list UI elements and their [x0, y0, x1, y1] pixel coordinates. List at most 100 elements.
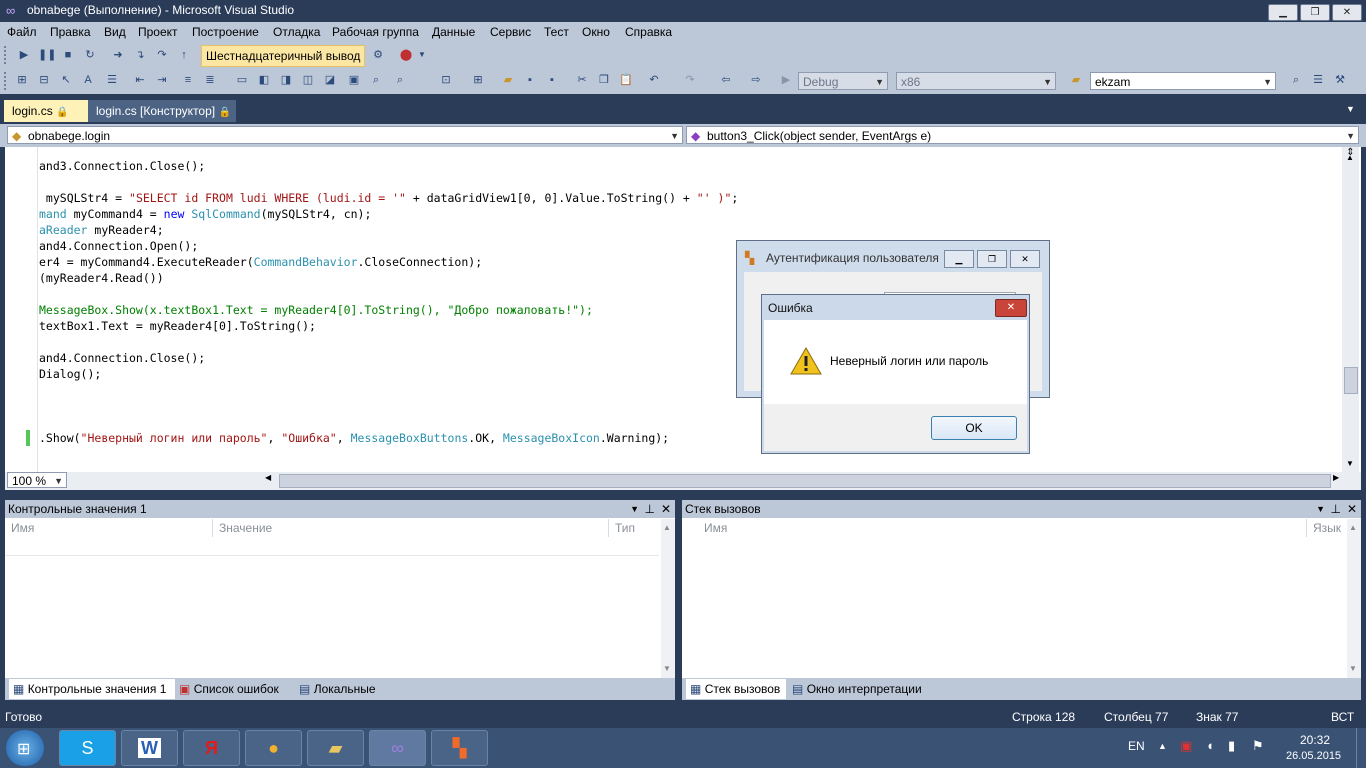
- action-center-icon[interactable]: ⚑: [1252, 738, 1264, 754]
- clock-date[interactable]: 26.05.2015: [1286, 750, 1341, 762]
- class-combo[interactable]: ◆ obnabege.login ▼: [7, 126, 683, 144]
- menu-view[interactable]: Вид: [104, 25, 126, 39]
- code-line[interactable]: aReader myReader4;: [39, 222, 164, 238]
- scroll-left-icon[interactable]: ◀: [265, 473, 275, 487]
- tab-login-cs[interactable]: login.cs 🔒: [4, 100, 88, 122]
- auth-maximize-button[interactable]: ❐: [977, 250, 1007, 268]
- menu-window[interactable]: Окно: [582, 25, 610, 39]
- tray-expand-icon[interactable]: ▲: [1158, 741, 1167, 751]
- paste-icon[interactable]: 📋: [618, 72, 634, 88]
- pin-icon[interactable]: ⊥: [645, 500, 655, 518]
- show-next-statement-icon[interactable]: ➜: [110, 47, 126, 63]
- auth-close-button[interactable]: ✕: [1010, 250, 1040, 268]
- code-line[interactable]: mySQLStr4 = "SELECT id FROM ludi WHERE (…: [39, 190, 738, 206]
- prev-bookmark-folder-icon[interactable]: ◫: [300, 72, 316, 88]
- menu-project[interactable]: Проект: [138, 25, 178, 39]
- new-project-icon[interactable]: ⊡: [438, 72, 454, 88]
- uncomment-icon[interactable]: ≣: [202, 72, 218, 88]
- pointer-icon[interactable]: ↖: [58, 72, 74, 88]
- panel-dropdown-icon[interactable]: ▼: [630, 500, 639, 518]
- column-name[interactable]: Имя: [5, 519, 213, 537]
- menu-tools[interactable]: Сервис: [490, 25, 531, 39]
- bookmark-icon[interactable]: ▭: [234, 72, 250, 88]
- stop-icon[interactable]: ■: [60, 47, 76, 63]
- close-icon[interactable]: ✕: [661, 500, 671, 518]
- object-browser-icon[interactable]: ⊞: [14, 72, 30, 88]
- close-button[interactable]: ✕: [1332, 4, 1362, 21]
- redo-icon[interactable]: ↷: [682, 72, 698, 88]
- navigate-backward-icon[interactable]: ⇦: [718, 72, 734, 88]
- tab-login-designer[interactable]: login.cs [Конструктор] 🔒: [88, 100, 236, 122]
- list-members-icon[interactable]: ☰: [104, 72, 120, 88]
- prev-bookmark-icon[interactable]: ◧: [256, 72, 272, 88]
- clear-bookmarks-icon[interactable]: ▣: [346, 72, 362, 88]
- open-file-icon[interactable]: ▰: [500, 72, 516, 88]
- menu-team[interactable]: Рабочая группа: [332, 25, 419, 39]
- horizontal-scroll-thumb[interactable]: [279, 474, 1331, 488]
- solution-config-combo[interactable]: Debug ▼: [798, 72, 888, 90]
- skype-taskbar-button[interactable]: S: [59, 730, 116, 766]
- tab-error-list[interactable]: ▣ Список ошибок: [179, 679, 279, 699]
- step-out-icon[interactable]: ↑: [176, 47, 192, 63]
- outdent-icon[interactable]: ⇤: [132, 72, 148, 88]
- properties-icon[interactable]: ☰: [1310, 72, 1326, 88]
- language-indicator[interactable]: EN: [1128, 739, 1145, 753]
- clock-time[interactable]: 20:32: [1300, 733, 1330, 747]
- yandex-taskbar-button[interactable]: Я: [183, 730, 240, 766]
- tab-call-stack[interactable]: ▦ Стек вызовов: [686, 679, 786, 699]
- scroll-down-icon[interactable]: ▼: [1349, 664, 1357, 673]
- breakpoints-icon[interactable]: ⬤: [398, 47, 414, 63]
- menu-data[interactable]: Данные: [432, 25, 475, 39]
- find-combo[interactable]: ekzam ▼: [1090, 72, 1276, 90]
- indent-icon[interactable]: ⇥: [154, 72, 170, 88]
- font-icon[interactable]: A: [80, 72, 96, 88]
- close-icon[interactable]: ✕: [1347, 500, 1357, 518]
- tab-immediate[interactable]: ▤ Окно интерпретации: [792, 679, 922, 699]
- scroll-up-icon[interactable]: ▲: [1349, 523, 1357, 532]
- class-view-icon[interactable]: ⊟: [36, 72, 52, 88]
- next-bookmark-icon[interactable]: ◨: [278, 72, 294, 88]
- tab-locals[interactable]: ▤ Локальные: [299, 679, 376, 699]
- code-line[interactable]: MessageBox.Show(x.textBox1.Text = myRead…: [39, 302, 593, 318]
- start-button[interactable]: ⊞: [6, 730, 44, 766]
- restart-icon[interactable]: ↻: [82, 47, 98, 63]
- code-line[interactable]: Dialog();: [39, 366, 101, 382]
- start-icon[interactable]: ▶: [778, 72, 794, 88]
- volume-icon[interactable]: ◖: [1206, 738, 1214, 753]
- save-all-icon[interactable]: ▪: [544, 72, 560, 88]
- browser-taskbar-button[interactable]: ●: [245, 730, 302, 766]
- code-editor[interactable]: and3.Connection.Close(); mySQLStr4 = "SE…: [5, 147, 1361, 472]
- call-stack-scrollbar[interactable]: ▲ ▼: [1347, 519, 1361, 678]
- code-line[interactable]: .Show("Неверный логин или пароль", "Ошиб…: [39, 430, 669, 446]
- scroll-thumb[interactable]: [1344, 367, 1358, 394]
- hex-display-button[interactable]: Шестнадцатеричный вывод: [201, 45, 366, 67]
- step-over-icon[interactable]: ↷: [154, 47, 170, 63]
- ok-button[interactable]: OK: [931, 416, 1017, 440]
- minimize-button[interactable]: ▁: [1268, 4, 1298, 21]
- column-type[interactable]: Тип: [609, 519, 659, 537]
- step-into-icon[interactable]: ↴: [132, 47, 148, 63]
- solution-explorer-icon[interactable]: ⌕: [1288, 72, 1304, 88]
- maximize-button[interactable]: ❐: [1300, 4, 1330, 21]
- undo-icon[interactable]: ↶: [646, 72, 662, 88]
- explorer-taskbar-button[interactable]: ▰: [307, 730, 364, 766]
- continue-icon[interactable]: ▶: [16, 47, 32, 63]
- zoom-combo[interactable]: 100 % ▼: [7, 472, 67, 488]
- code-line[interactable]: and4.Connection.Open();: [39, 238, 198, 254]
- add-item-icon[interactable]: ⊞: [470, 72, 486, 88]
- code-line[interactable]: textBox1.Text = myReader4[0].ToString();: [39, 318, 316, 334]
- solution-platform-combo[interactable]: x86 ▼: [896, 72, 1056, 90]
- member-combo[interactable]: ◆ button3_Click(object sender, EventArgs…: [686, 126, 1359, 144]
- panel-dropdown-icon[interactable]: ▼: [1316, 500, 1325, 518]
- cut-icon[interactable]: ✂: [574, 72, 590, 88]
- comment-icon[interactable]: ≡: [180, 72, 196, 88]
- column-language[interactable]: Язык: [1307, 519, 1347, 537]
- copy-icon[interactable]: ❐: [596, 72, 612, 88]
- scroll-up-icon[interactable]: ▲: [1344, 153, 1356, 162]
- network-icon[interactable]: ▮: [1228, 738, 1235, 754]
- threads-icon[interactable]: ⚙: [370, 47, 386, 63]
- find-icon[interactable]: ⌕: [368, 72, 384, 88]
- app-taskbar-button[interactable]: ▚: [431, 730, 488, 766]
- pause-icon[interactable]: ❚❚: [38, 47, 56, 63]
- code-line[interactable]: (myReader4.Read()): [39, 270, 164, 286]
